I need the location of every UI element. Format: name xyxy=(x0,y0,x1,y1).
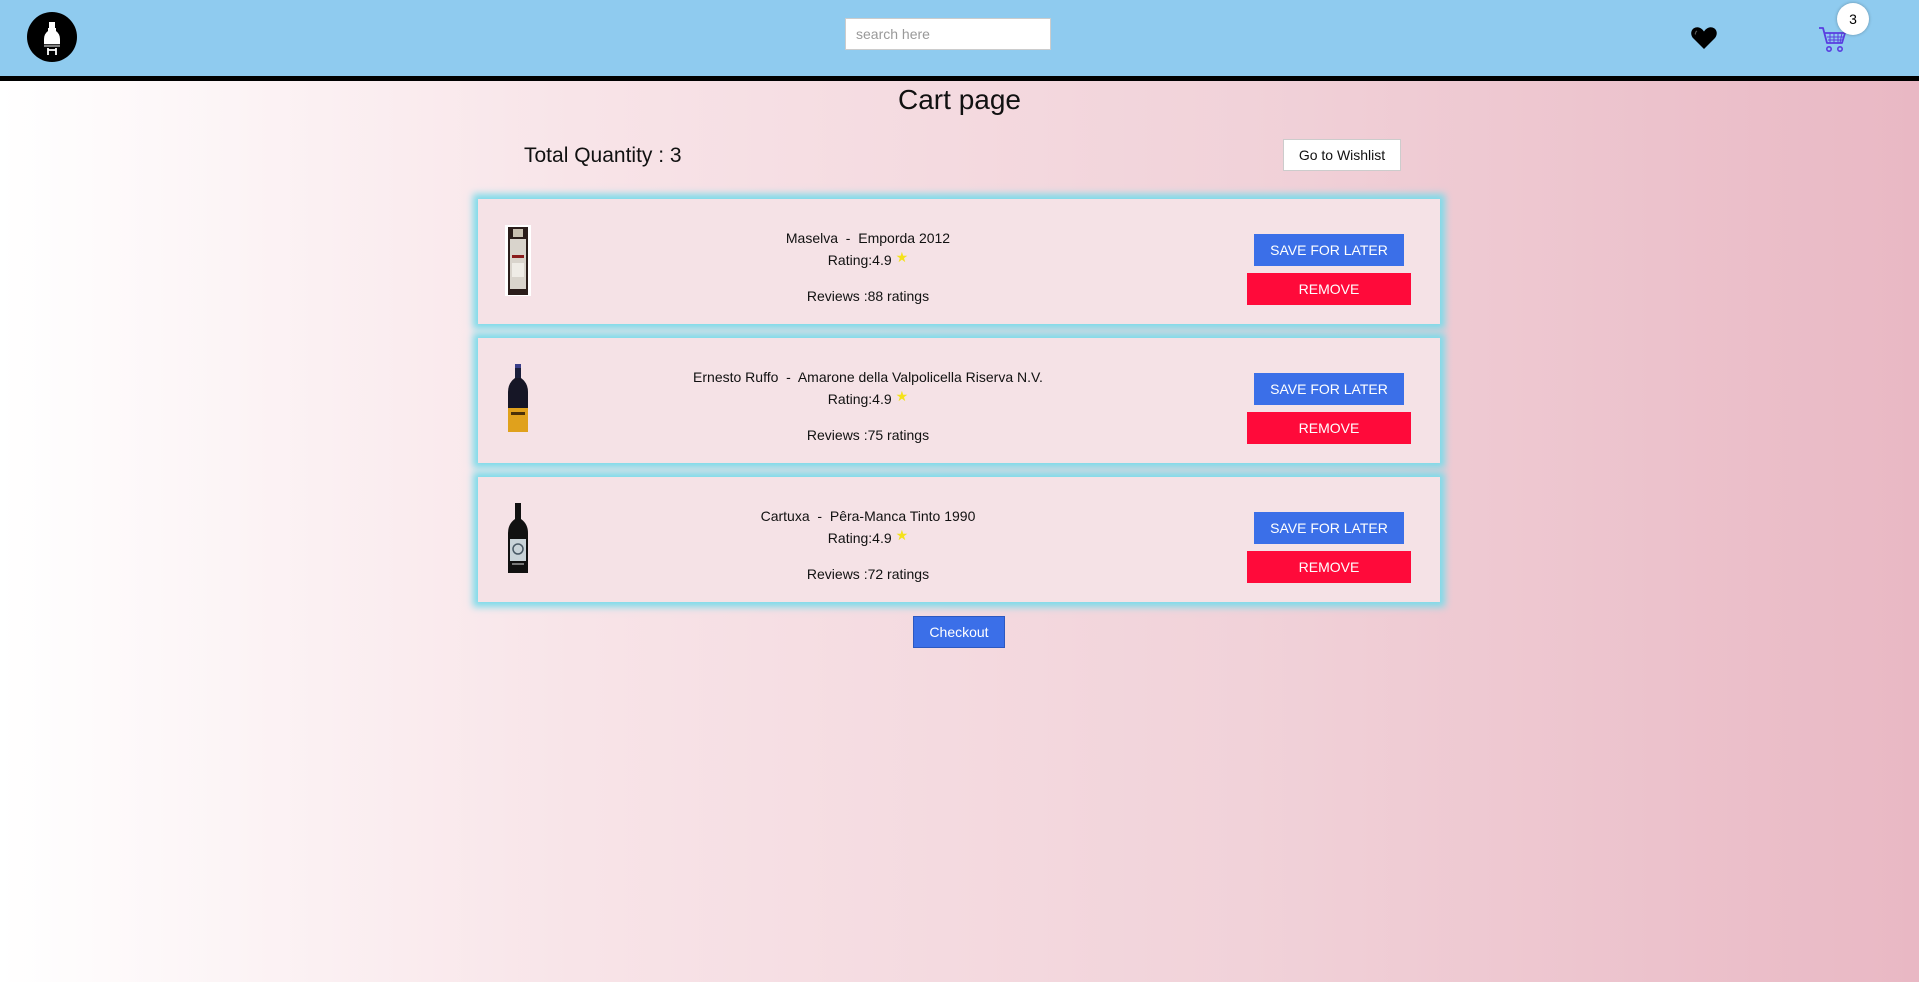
remove-button[interactable]: REMOVE xyxy=(1247,273,1411,305)
star-icon: ★ xyxy=(895,249,909,265)
item-rating: Rating:4.9 ★ xyxy=(598,527,1138,547)
save-for-later-button[interactable]: SAVE FOR LATER xyxy=(1254,512,1404,544)
item-reviews: Reviews :88 ratings xyxy=(806,288,930,304)
checkout-button[interactable]: Checkout xyxy=(913,616,1005,648)
item-reviews: Reviews :72 ratings xyxy=(806,566,930,582)
cart-item: Cartuxa - Pêra-Manca Tinto 1990 Rating:4… xyxy=(478,477,1440,602)
go-to-wishlist-button[interactable]: Go to Wishlist xyxy=(1283,139,1401,171)
cart-count-badge: 3 xyxy=(1837,3,1869,35)
save-for-later-button[interactable]: SAVE FOR LATER xyxy=(1254,234,1404,266)
cart-item: Maselva - Emporda 2012 Rating:4.9 ★ Revie… xyxy=(478,199,1440,324)
star-icon: ★ xyxy=(895,527,909,543)
item-name: Cartuxa - Pêra-Manca Tinto 1990 xyxy=(760,508,976,524)
product-image xyxy=(505,503,531,574)
page-title: Cart page xyxy=(898,84,1021,115)
product-image xyxy=(505,225,531,296)
rating-text: Rating:4.9 xyxy=(827,252,892,268)
total-quantity: Total Quantity : 3 xyxy=(524,144,682,167)
item-name: Ernesto Ruffo - Amarone della Valpolicel… xyxy=(693,369,1043,385)
star-icon: ★ xyxy=(895,388,909,404)
remove-button[interactable]: REMOVE xyxy=(1247,551,1411,583)
product-image xyxy=(505,364,531,435)
remove-button[interactable]: REMOVE xyxy=(1247,412,1411,444)
item-reviews: Reviews :75 ratings xyxy=(806,427,930,443)
item-rating: Rating:4.9 ★ xyxy=(598,388,1138,408)
wine-bottle-logo[interactable] xyxy=(27,12,77,62)
rating-text: Rating:4.9 xyxy=(827,530,892,546)
cart-item: Ernesto Ruffo - Amarone della Valpolicel… xyxy=(478,338,1440,463)
navbar: 3 xyxy=(0,0,1919,81)
item-rating: Rating:4.9 ★ xyxy=(598,249,1138,269)
rating-text: Rating:4.9 xyxy=(827,391,892,407)
heart-icon[interactable] xyxy=(1690,25,1718,51)
search-input[interactable] xyxy=(845,18,1051,50)
item-name: Maselva - Emporda 2012 xyxy=(785,230,951,246)
save-for-later-button[interactable]: SAVE FOR LATER xyxy=(1254,373,1404,405)
